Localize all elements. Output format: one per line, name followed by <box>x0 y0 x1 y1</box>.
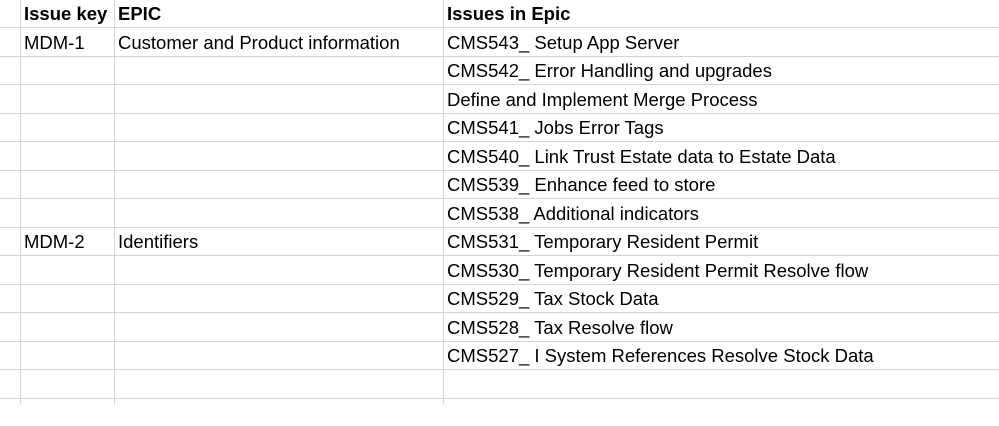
cell-epic[interactable] <box>114 57 443 85</box>
table-row: CMS542_ Error Handling and upgrades <box>0 57 999 85</box>
cell-issue-key[interactable] <box>20 314 114 342</box>
cell-issue-key[interactable]: MDM-1 <box>20 29 114 57</box>
cell-issue[interactable]: CMS529_ Tax Stock Data <box>443 285 999 313</box>
table-row: MDM-2 Identifiers CMS531_ Temporary Reside… <box>0 228 999 256</box>
cell-epic[interactable] <box>114 86 443 114</box>
cell-issue-key[interactable] <box>20 114 114 142</box>
table-row: CMS538_ Additional indicators <box>0 200 999 228</box>
cell-issue-key[interactable]: MDM-2 <box>20 228 114 256</box>
cell-issue[interactable]: CMS541_ Jobs Error Tags <box>443 114 999 142</box>
empty-row <box>0 399 999 427</box>
cell[interactable] <box>0 314 20 342</box>
column-header-issue-key[interactable]: Issue key <box>20 0 114 28</box>
cell-issue[interactable]: CMS527_ I System References Resolve Stoc… <box>443 342 999 370</box>
cell-issue-key[interactable] <box>20 171 114 199</box>
cell[interactable] <box>0 171 20 199</box>
cell[interactable] <box>0 143 20 171</box>
cell-epic[interactable] <box>114 143 443 171</box>
table-row: CMS530_ Temporary Resident Permit Resolv… <box>0 257 999 285</box>
header-row: Issue key EPIC Issues in Epic <box>0 0 999 28</box>
cell-epic[interactable] <box>114 114 443 142</box>
cell-issue[interactable]: CMS542_ Error Handling and upgrades <box>443 57 999 85</box>
cell-epic[interactable] <box>114 257 443 285</box>
spreadsheet-grid: Issue key EPIC Issues in Epic MDM-1 Custo… <box>0 0 999 427</box>
table-row: CMS528_ Tax Resolve flow <box>0 314 999 342</box>
cell[interactable] <box>0 285 20 313</box>
cell[interactable] <box>0 228 20 256</box>
cell-issue-key[interactable] <box>20 257 114 285</box>
cell-issue-key[interactable] <box>20 57 114 85</box>
cell-issue-key[interactable] <box>20 342 114 370</box>
cell-epic[interactable] <box>114 200 443 228</box>
cell-epic[interactable] <box>114 342 443 370</box>
table-row: CMS539_ Enhance feed to store <box>0 171 999 199</box>
table-row: MDM-1 Customer and Product information CMS… <box>0 29 999 57</box>
cell[interactable] <box>0 29 20 57</box>
cell[interactable] <box>0 57 20 85</box>
cell[interactable] <box>0 200 20 228</box>
table-row: Define and Implement Merge Process <box>0 86 999 114</box>
cell-epic[interactable]: Identifiers <box>114 228 443 256</box>
cell-issue[interactable]: Define and Implement Merge Process <box>443 86 999 114</box>
cell-issue[interactable]: CMS543_ Setup App Server <box>443 29 999 57</box>
cell-issue[interactable]: CMS531_ Temporary Resident Permit <box>443 228 999 256</box>
cell[interactable] <box>0 257 20 285</box>
cell[interactable] <box>0 86 20 114</box>
cell-issue[interactable]: CMS538_ Additional indicators <box>443 200 999 228</box>
cell-epic[interactable] <box>114 314 443 342</box>
column-header-epic[interactable]: EPIC <box>114 0 443 28</box>
cell[interactable] <box>0 342 20 370</box>
cell-epic[interactable] <box>114 171 443 199</box>
table-row: CMS529_ Tax Stock Data <box>0 285 999 313</box>
cell-issue[interactable]: CMS540_ Link Trust Estate data to Estate… <box>443 143 999 171</box>
empty-row <box>0 371 999 399</box>
table-row: CMS527_ I System References Resolve Stoc… <box>0 342 999 370</box>
table-row: CMS541_ Jobs Error Tags <box>0 114 999 142</box>
cell[interactable] <box>0 114 20 142</box>
cell-issue-key[interactable] <box>20 200 114 228</box>
cell-issue[interactable]: CMS539_ Enhance feed to store <box>443 171 999 199</box>
cell-issue-key[interactable] <box>20 86 114 114</box>
cell-issue-key[interactable] <box>20 143 114 171</box>
column-header-issues-in-epic[interactable]: Issues in Epic <box>443 0 999 28</box>
cell[interactable] <box>0 0 20 28</box>
cell-epic[interactable] <box>114 285 443 313</box>
cell-issue[interactable]: CMS530_ Temporary Resident Permit Resolv… <box>443 257 999 285</box>
cell-epic[interactable]: Customer and Product information <box>114 29 443 57</box>
cell-issue[interactable]: CMS528_ Tax Resolve flow <box>443 314 999 342</box>
table-row: CMS540_ Link Trust Estate data to Estate… <box>0 143 999 171</box>
cell-issue-key[interactable] <box>20 285 114 313</box>
